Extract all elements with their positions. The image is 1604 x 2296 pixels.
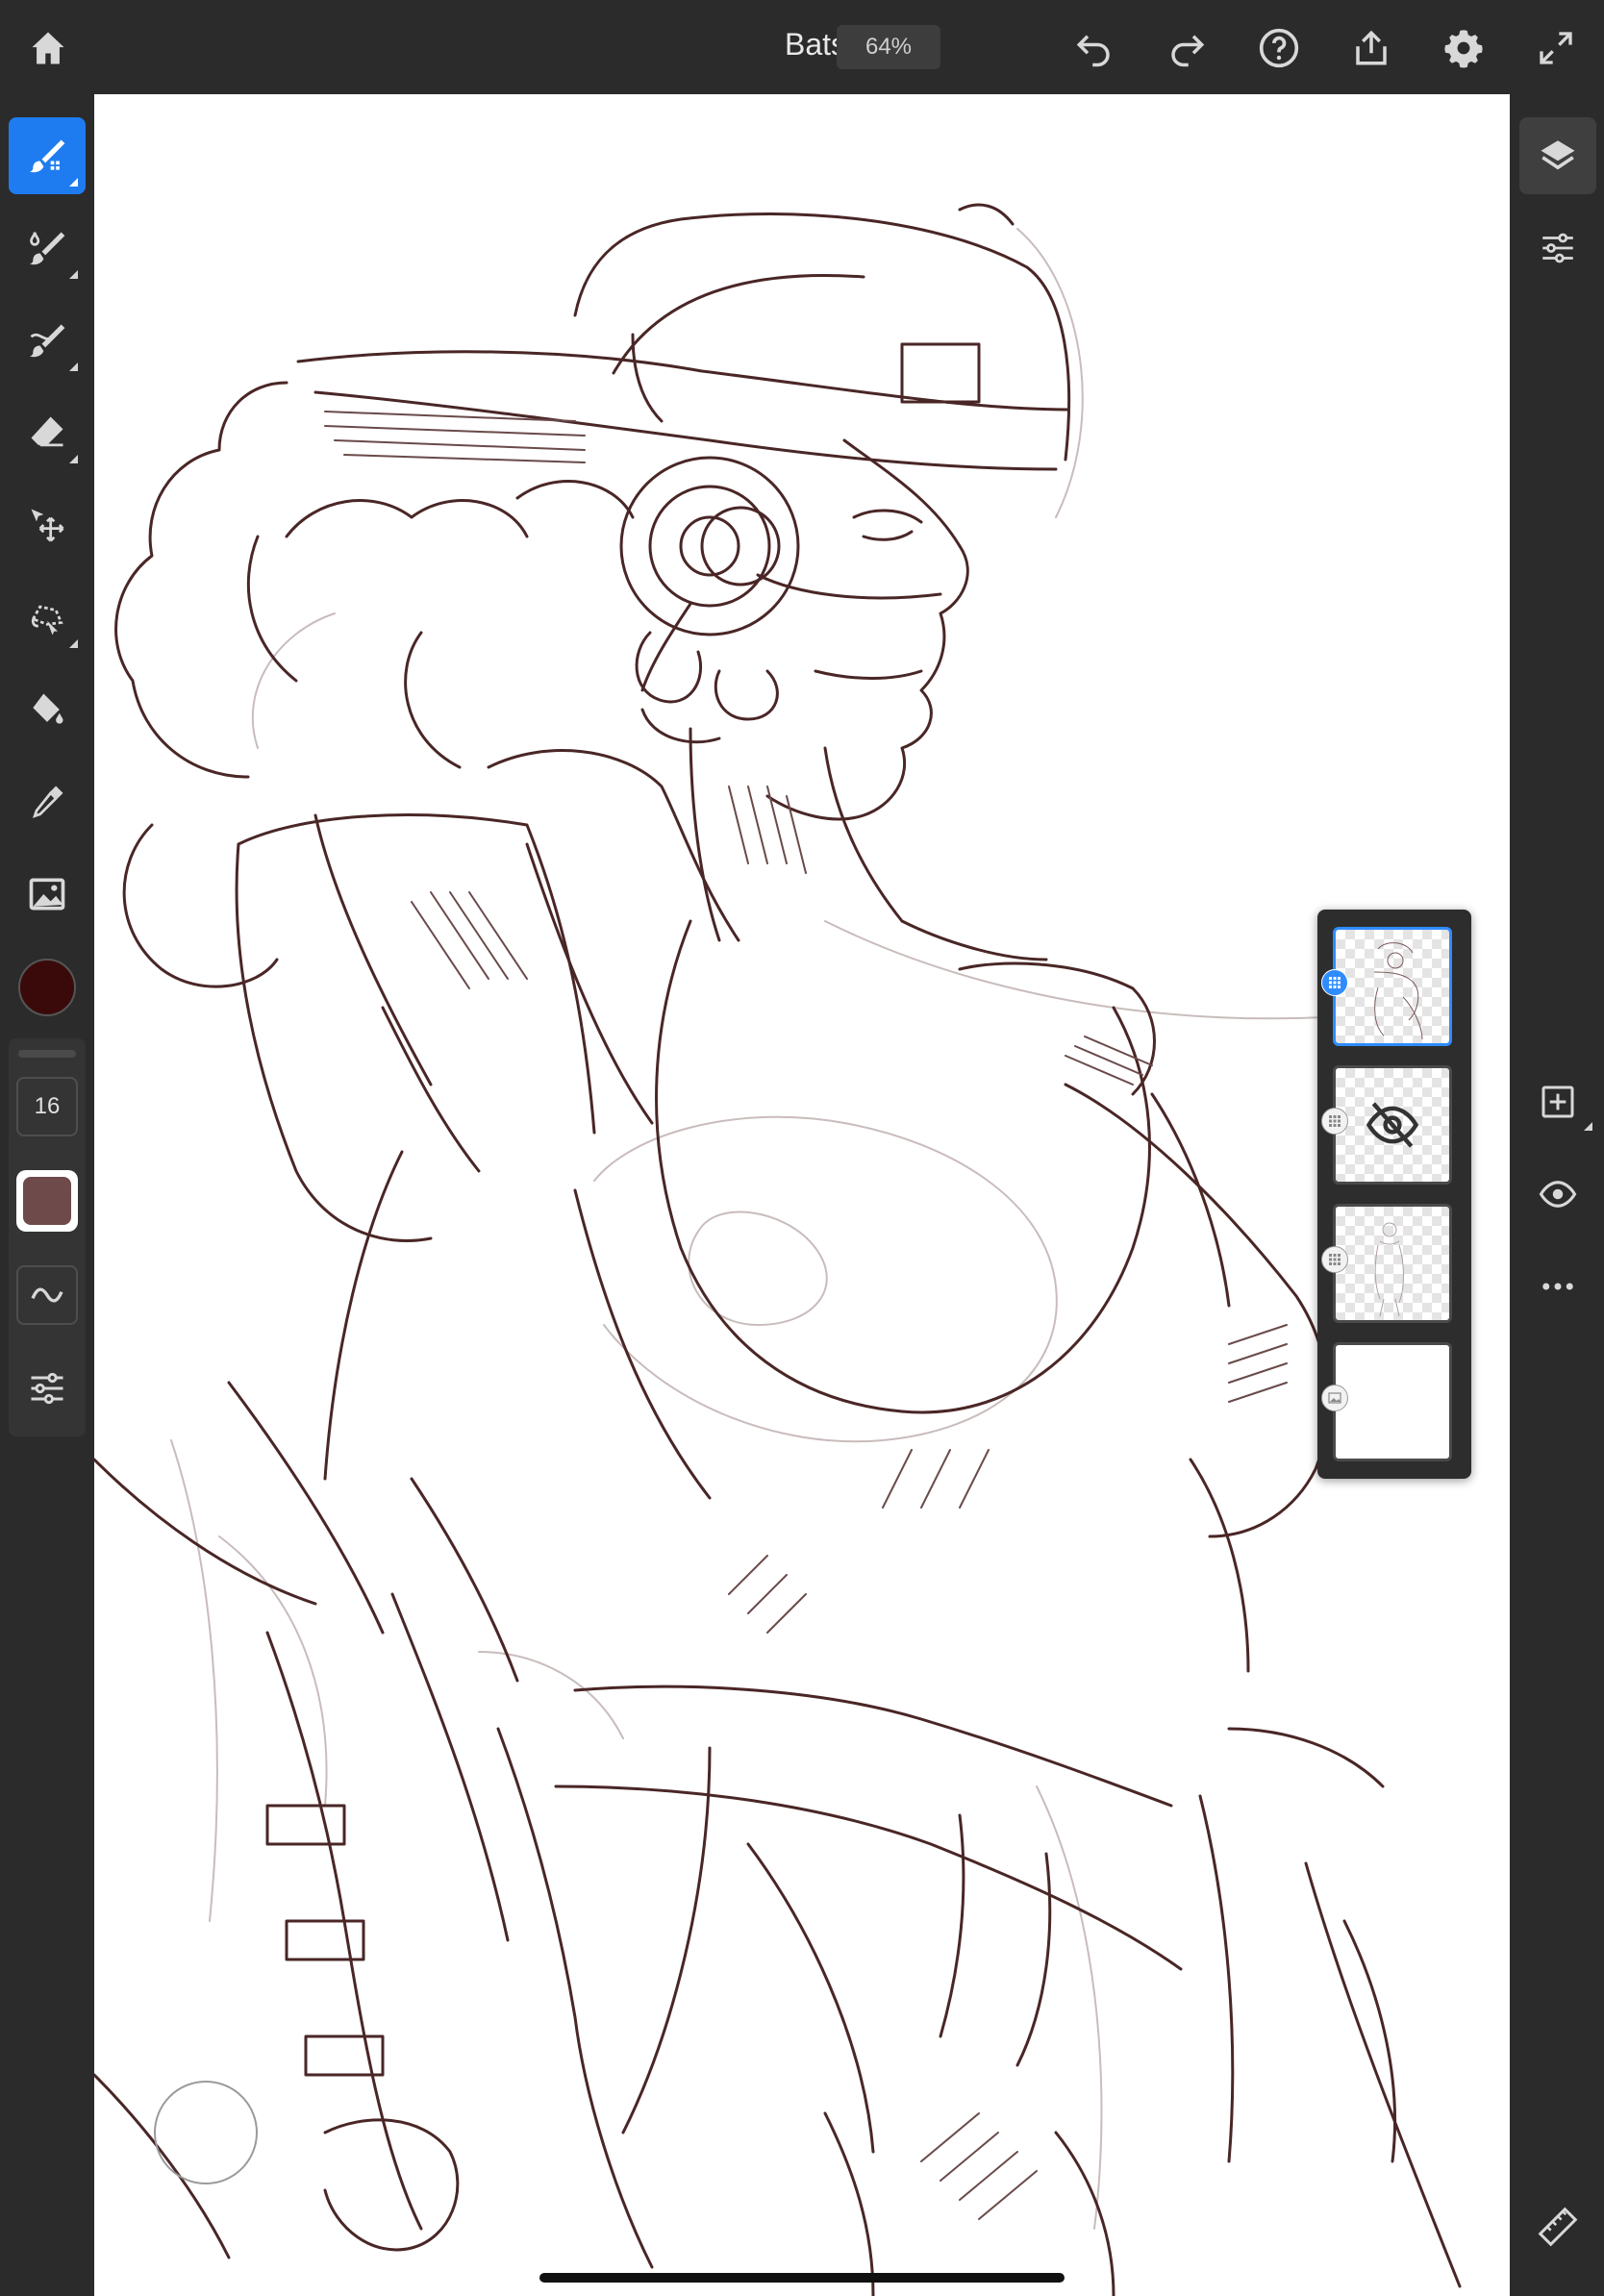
vector-brush-icon[interactable] xyxy=(9,302,86,379)
smoothing-icon[interactable] xyxy=(16,1265,78,1325)
brush-settings-icon[interactable] xyxy=(16,1358,78,1419)
lasso-icon[interactable] xyxy=(9,579,86,656)
brush-size-value[interactable]: 16 xyxy=(16,1077,78,1136)
layer-properties-icon[interactable] xyxy=(1519,210,1596,287)
layers-panel xyxy=(1317,910,1471,1479)
eraser-icon[interactable] xyxy=(9,394,86,471)
main-lineart xyxy=(94,203,1462,2296)
settings-icon[interactable] xyxy=(1437,21,1491,75)
layer-3-thumbnail[interactable] xyxy=(1333,1204,1452,1323)
brush-cursor xyxy=(154,2081,258,2184)
hidden-layer-icon xyxy=(1366,1102,1419,1148)
layer-1-preview xyxy=(1373,942,1423,1040)
place-image-icon[interactable] xyxy=(9,856,86,933)
pixel-layer-icon xyxy=(1321,969,1348,996)
layers-icon[interactable] xyxy=(1519,117,1596,194)
sketch-artwork xyxy=(94,203,1462,2296)
ruler-icon[interactable] xyxy=(1519,2188,1596,2265)
current-color-swatch[interactable] xyxy=(18,959,76,1016)
undo-icon[interactable] xyxy=(1067,21,1121,75)
share-icon[interactable] xyxy=(1344,21,1398,75)
layer-4-thumbnail[interactable] xyxy=(1333,1342,1452,1461)
image-layer-icon xyxy=(1321,1385,1348,1411)
top-bar: Bats 64% xyxy=(0,0,1604,94)
more-options-icon[interactable] xyxy=(1519,1248,1596,1325)
help-icon[interactable] xyxy=(1252,21,1306,75)
pixel-layer-icon xyxy=(1321,1246,1348,1273)
pixel-brush-icon[interactable] xyxy=(9,117,86,194)
home-indicator[interactable] xyxy=(539,2273,1065,2283)
document-title[interactable]: Bats xyxy=(731,27,846,62)
layer-1-thumbnail[interactable] xyxy=(1333,927,1452,1046)
layer-3-preview xyxy=(1374,1222,1404,1317)
eyedropper-icon[interactable] xyxy=(9,763,86,840)
hatching xyxy=(324,411,1288,2220)
brush-size-slider[interactable] xyxy=(18,1050,76,1058)
home-icon[interactable] xyxy=(21,21,75,75)
add-layer-icon[interactable] xyxy=(1519,1063,1596,1140)
live-brush-icon[interactable] xyxy=(9,210,86,287)
brush-color-preview xyxy=(23,1177,71,1225)
pixel-layer-icon xyxy=(1321,1108,1348,1135)
visibility-eye-icon[interactable] xyxy=(1519,1156,1596,1233)
fill-icon[interactable] xyxy=(9,671,86,748)
redo-icon[interactable] xyxy=(1160,21,1214,75)
layer-2-thumbnail[interactable] xyxy=(1333,1065,1452,1185)
transform-icon[interactable] xyxy=(9,487,86,563)
zoom-level[interactable]: 64% xyxy=(837,25,940,69)
drawing-canvas[interactable] xyxy=(94,94,1510,2296)
fullscreen-icon[interactable] xyxy=(1529,21,1583,75)
brush-opacity-swatch[interactable] xyxy=(16,1170,78,1232)
